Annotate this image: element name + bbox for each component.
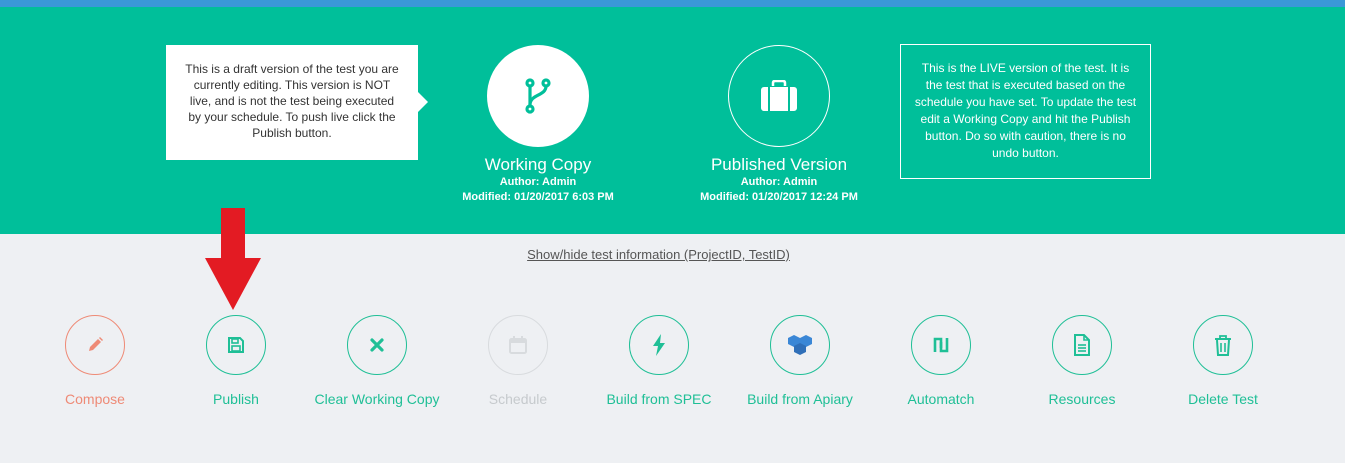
build-apiary-icon-circle[interactable] [770,315,830,375]
live-note-text: This is the LIVE version of the test. It… [914,61,1137,160]
schedule-label: Schedule [488,391,548,407]
delete-test-button[interactable]: Delete Test [1153,315,1293,409]
automatch-button[interactable]: Automatch [871,315,1011,409]
calendar-icon [509,336,527,354]
resources-label: Resources [1048,391,1116,407]
published-version-circle[interactable] [728,45,830,147]
trash-icon [1215,335,1231,356]
red-arrow-annotation [205,208,261,310]
delete-icon-circle[interactable] [1193,315,1253,375]
clear-working-copy-button[interactable]: Clear Working Copy [307,315,447,409]
published-version-modified: Modified: 01/20/2017 12:24 PM [700,191,858,203]
automatch-label: Automatch [907,391,975,407]
pencil-icon [89,337,103,351]
automatch-icon [933,337,949,353]
working-copy-author: Author: Admin [499,176,577,188]
compose-label: Compose [65,391,125,407]
document-icon [1074,334,1090,356]
resources-icon-circle[interactable] [1052,315,1112,375]
automatch-icon-circle[interactable] [911,315,971,375]
build-spec-icon-circle[interactable] [629,315,689,375]
build-from-apiary-label: Build from Apiary [747,391,853,407]
published-version[interactable]: Published Version Author: Admin Modified… [689,45,869,205]
compose-button[interactable]: Compose [25,315,165,409]
delete-test-label: Delete Test [1188,391,1258,407]
toggle-test-info-link[interactable]: Show/hide test information (ProjectID, T… [0,247,1317,262]
working-copy-version[interactable]: Working Copy Author: Admin Modified: 01/… [448,45,628,205]
branch-icon [525,78,551,114]
x-icon [370,338,384,352]
publish-icon-circle[interactable] [206,315,266,375]
briefcase-icon [761,80,797,111]
bolt-icon [653,334,665,356]
draft-note-text: This is a draft version of the test you … [185,62,399,140]
working-copy-title: Working Copy [484,155,592,174]
compose-icon-circle[interactable] [65,315,125,375]
schedule-icon-circle[interactable] [488,315,548,375]
publish-label: Publish [213,391,259,407]
top-accent-bar [0,0,1345,7]
apiary-icon [788,335,812,355]
build-from-spec-label: Build from SPEC [606,391,712,407]
build-from-spec-button[interactable]: Build from SPEC [589,315,729,409]
save-icon [228,337,244,353]
resources-button[interactable]: Resources [1012,315,1152,409]
working-copy-modified: Modified: 01/20/2017 6:03 PM [462,191,614,203]
clear-working-copy-label: Clear Working Copy [314,391,440,407]
build-from-apiary-button[interactable]: Build from Apiary [730,315,870,409]
working-copy-circle[interactable] [487,45,589,147]
schedule-button[interactable]: Schedule [448,315,588,409]
published-version-title: Published Version [710,155,848,174]
live-version-info-box: This is the LIVE version of the test. It… [900,44,1151,179]
draft-version-tooltip: This is a draft version of the test you … [166,45,428,160]
published-version-author: Author: Admin [740,176,818,188]
publish-button[interactable]: Publish [166,315,306,409]
clear-icon-circle[interactable] [347,315,407,375]
